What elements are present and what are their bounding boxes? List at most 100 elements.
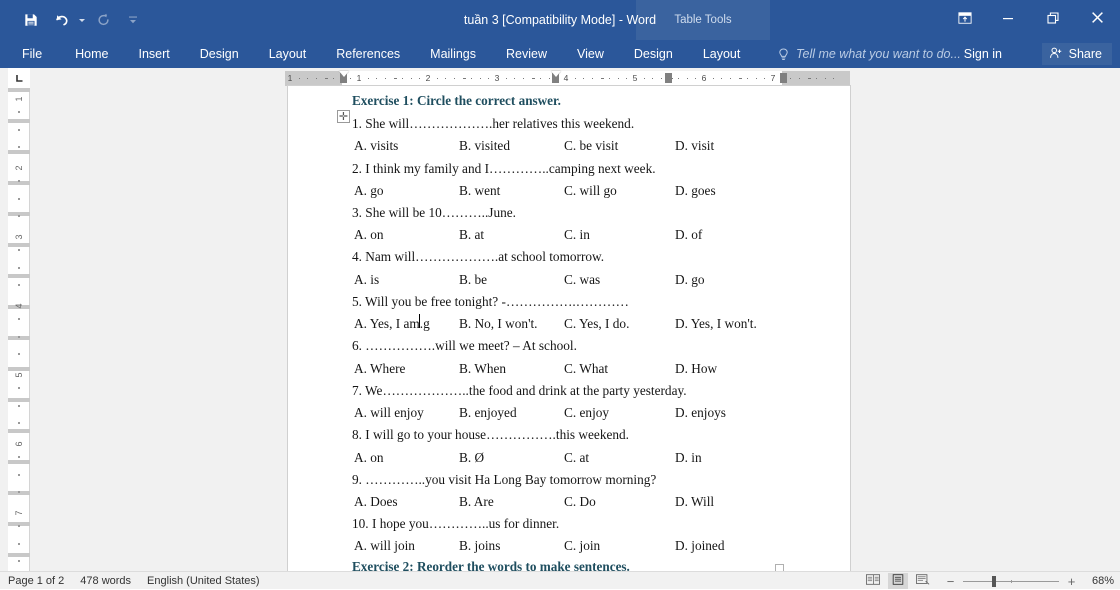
question-prompt-1: 1. She will……………….her relatives this wee… <box>352 116 635 131</box>
ruler-number-2: 2 <box>425 73 431 83</box>
undo-button[interactable] <box>46 7 76 33</box>
question-prompt-3: 3. She will be 10………..June. <box>352 205 516 220</box>
option-3-b: B. at <box>459 227 485 242</box>
option-4-d: D. go <box>675 272 705 287</box>
zoom-slider-thumb[interactable] <box>992 576 996 587</box>
ruler-tick <box>652 78 654 79</box>
ruler-tick <box>747 78 749 79</box>
ruler-tick <box>307 78 309 79</box>
ribbon-display-icon <box>958 11 972 30</box>
vertical-ruler-tick <box>18 473 20 476</box>
word-count-status[interactable]: 478 words <box>80 575 131 587</box>
tell-me-box[interactable]: Tell me what you want to do... <box>778 40 961 68</box>
web-layout-button[interactable] <box>913 573 933 589</box>
ruler-tick <box>410 78 412 79</box>
vertical-ruler-tick <box>18 404 20 407</box>
ruler-tick <box>462 78 466 79</box>
tab-references[interactable]: References <box>321 40 415 68</box>
tab-view[interactable]: View <box>562 40 619 68</box>
save-button[interactable] <box>16 7 46 33</box>
vertical-ruler-tick <box>18 145 20 148</box>
option-4-b: B. be <box>459 272 488 287</box>
zoom-slider-midpoint <box>1011 580 1012 583</box>
share-button[interactable]: Share <box>1041 43 1112 65</box>
option-1-a: A. visits <box>354 138 399 153</box>
table-move-handle[interactable]: ✛ <box>337 110 350 123</box>
tab-insert[interactable]: Insert <box>124 40 185 68</box>
option-1-b: B. visited <box>459 138 510 153</box>
horizontal-ruler[interactable]: 1 1 2 3 4 5 6 7 <box>285 71 850 93</box>
ruler-tick <box>833 78 835 79</box>
vertical-ruler-tick <box>18 387 20 390</box>
ribbon-display-options-button[interactable] <box>945 0 985 40</box>
ruler-tick <box>729 78 731 79</box>
zoom-out-button[interactable]: − <box>944 574 957 588</box>
option-3-a: A. on <box>354 227 384 242</box>
exercise-1-heading: Exercise 1: Circle the correct answer. <box>352 93 561 108</box>
ruler-tick <box>626 78 628 79</box>
option-3-d: D. of <box>675 227 703 242</box>
tab-home[interactable]: Home <box>60 40 123 68</box>
ribbon-tabs: File Home Insert Design Layout Reference… <box>0 40 755 68</box>
zoom-slider[interactable] <box>963 574 1059 588</box>
hanging-indent-marker[interactable] <box>551 71 561 77</box>
question-prompt-9: 9. …………..you visit Ha Long Bay tomorrow … <box>352 472 657 487</box>
customize-quick-access-toolbar-button[interactable] <box>118 7 148 33</box>
option-1-c: C. be visit <box>564 138 619 153</box>
minimize-button[interactable] <box>985 0 1030 40</box>
quick-access-toolbar <box>0 0 148 40</box>
vertical-ruler-segment <box>8 553 30 557</box>
option-6-b: B. When <box>459 361 507 376</box>
tab-review[interactable]: Review <box>491 40 562 68</box>
tab-mailings[interactable]: Mailings <box>415 40 491 68</box>
option-4-c: C. was <box>564 272 601 287</box>
option-6-c: C. What <box>564 361 609 376</box>
option-2-d: D. goes <box>675 183 716 198</box>
zoom-in-button[interactable]: + <box>1065 574 1078 588</box>
document-body[interactable]: ✛ Exercise 1: Circle the correct answer.… <box>288 86 850 571</box>
redo-button[interactable] <box>88 7 118 33</box>
table-resize-handle[interactable] <box>775 564 784 571</box>
close-button[interactable] <box>1075 0 1120 40</box>
option-10-c: C. join <box>564 538 601 553</box>
zoom-control: − + 68% <box>944 574 1114 588</box>
first-line-indent-marker[interactable] <box>339 71 349 77</box>
title-bar: tuần 3 [Compatibility Mode] - Word Table… <box>0 0 1120 68</box>
document-page[interactable]: ✛ Exercise 1: Circle the correct answer.… <box>288 86 850 571</box>
undo-dropdown[interactable] <box>76 7 88 33</box>
ruler-tick <box>488 78 490 79</box>
read-mode-button[interactable] <box>863 573 883 589</box>
lightbulb-icon <box>778 47 789 61</box>
ruler-tick <box>522 78 524 79</box>
sign-in-button[interactable]: Sign in <box>964 40 1002 68</box>
page-number-status[interactable]: Page 1 of 2 <box>8 575 64 587</box>
option-9-a: A. Does <box>354 494 398 509</box>
restore-button[interactable] <box>1030 0 1075 40</box>
tab-file[interactable]: File <box>0 40 60 68</box>
vertical-ruler-segment <box>8 398 30 402</box>
share-label: Share <box>1068 47 1102 61</box>
ruler-tick <box>807 78 811 79</box>
option-5-c: C. Yes, I do. <box>564 316 630 331</box>
ruler-tick <box>333 78 335 79</box>
window-controls <box>945 0 1120 40</box>
tab-table-tools-design[interactable]: Design <box>619 40 688 68</box>
option-7-c: C. enjoy <box>564 405 610 420</box>
status-left-group: Page 1 of 2 478 words English (United St… <box>0 575 260 587</box>
vertical-ruler-tick <box>18 352 20 355</box>
ruler-tick <box>695 78 697 79</box>
minimize-icon <box>1002 11 1014 29</box>
vertical-ruler-segment <box>8 150 30 154</box>
ruler-tick <box>453 78 455 79</box>
tab-design[interactable]: Design <box>185 40 254 68</box>
tab-layout[interactable]: Layout <box>254 40 322 68</box>
print-layout-button[interactable] <box>888 573 908 589</box>
question-prompt-4: 4. Nam will……………….at school tomorrow. <box>352 249 605 264</box>
tab-table-tools-layout[interactable]: Layout <box>688 40 756 68</box>
zoom-percentage[interactable]: 68% <box>1084 575 1114 587</box>
vertical-ruler[interactable]: 1 2 3 4 5 6 7 <box>8 68 30 571</box>
tab-stop-selector[interactable] <box>8 68 30 88</box>
ruler-tick <box>445 78 447 79</box>
vertical-ruler-number-6: 7 <box>14 510 24 516</box>
language-status[interactable]: English (United States) <box>147 575 260 587</box>
